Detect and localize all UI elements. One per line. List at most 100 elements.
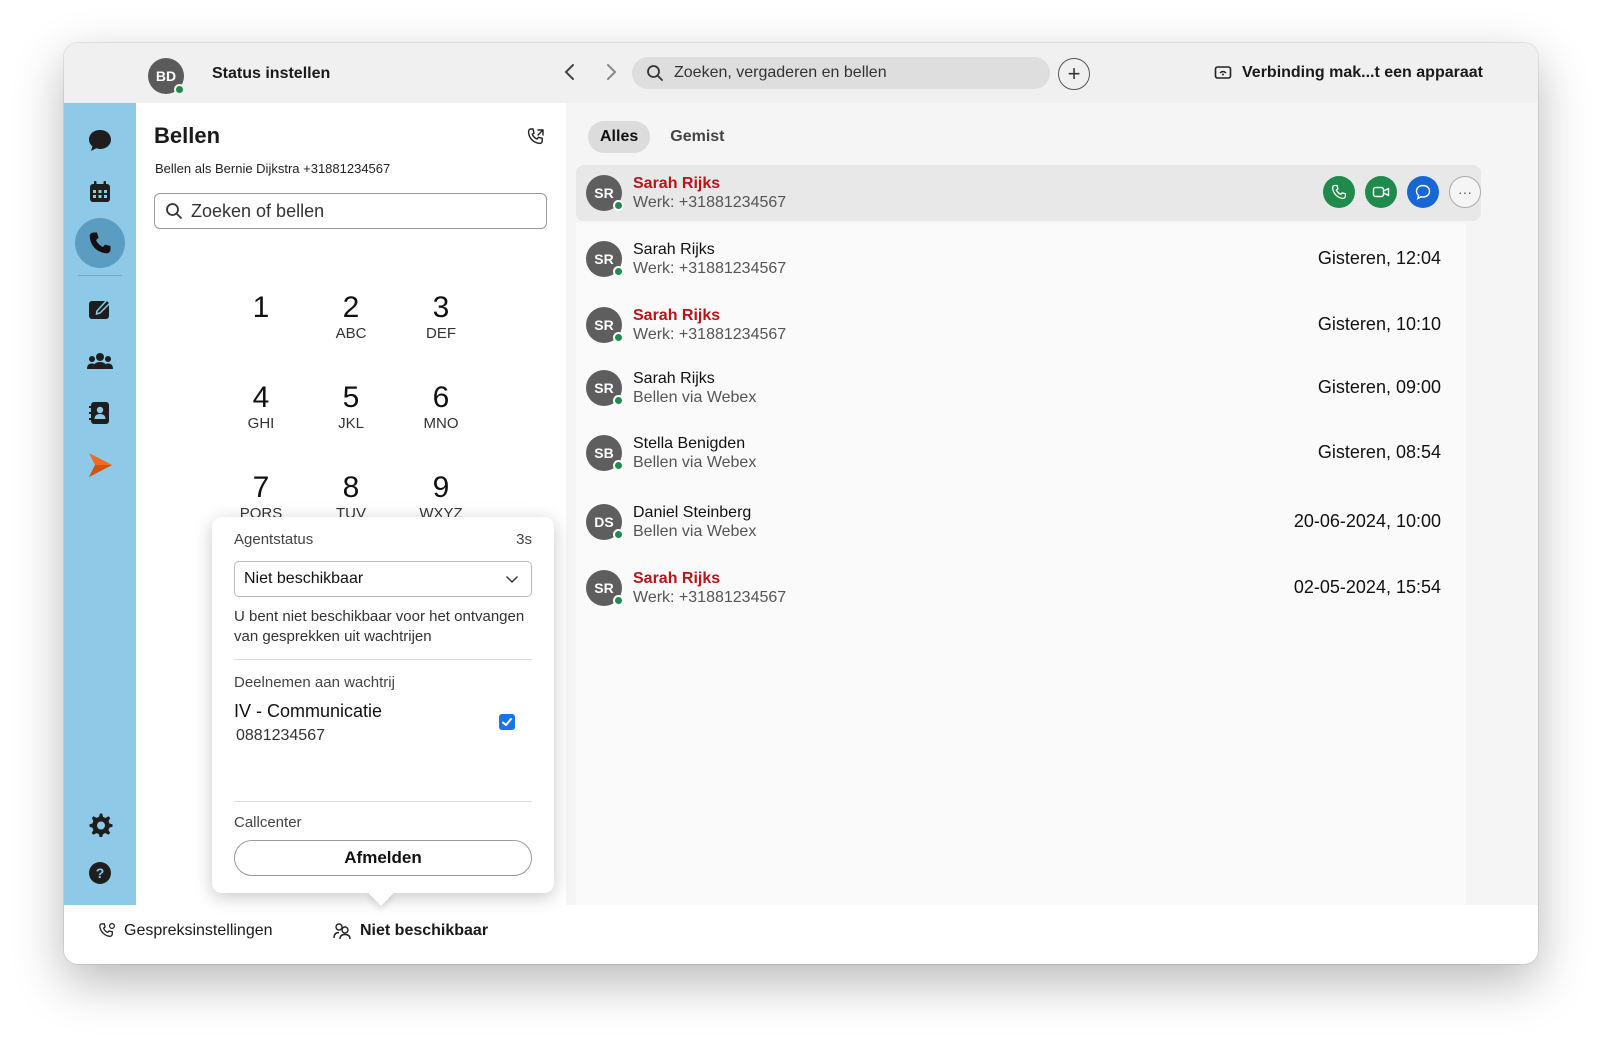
call-time: Gisteren, 09:00 xyxy=(1317,377,1441,397)
queue-checkbox[interactable] xyxy=(499,714,515,730)
queue-section-heading: Deelnemen aan wachtrij xyxy=(234,674,395,691)
call-button[interactable] xyxy=(1323,176,1355,208)
avatar: SR xyxy=(586,570,624,606)
dial-key-number: 8 xyxy=(342,471,360,504)
history-row[interactable]: SR Sarah Rijks Werk: +31881234567 Gister… xyxy=(576,297,1481,353)
presence-dot xyxy=(613,529,624,540)
more-icon: ··· xyxy=(1458,184,1472,200)
teams-icon[interactable] xyxy=(85,346,115,376)
dial-search-input[interactable]: Zoeken of bellen xyxy=(154,193,547,229)
webex-icon[interactable] xyxy=(85,450,115,480)
call-time: Gisteren, 10:10 xyxy=(1317,314,1441,334)
settings-icon[interactable] xyxy=(85,810,115,840)
agent-status-value: Niet beschikbaar xyxy=(244,570,364,587)
agent-status-label: Niet beschikbaar xyxy=(360,922,489,939)
global-search[interactable]: Zoeken, vergaderen en bellen xyxy=(632,57,1050,89)
chat-button[interactable] xyxy=(1407,176,1439,208)
history-row[interactable]: DS Daniel Steinberg Bellen via Webex 20-… xyxy=(576,494,1481,550)
chat-icon[interactable] xyxy=(85,125,115,155)
dial-search-placeholder: Zoeken of bellen xyxy=(191,200,325,221)
call-time: 20-06-2024, 10:00 xyxy=(1293,511,1441,531)
calendar-icon[interactable] xyxy=(85,177,115,207)
phone-settings-icon xyxy=(527,128,544,145)
global-search-placeholder: Zoeken, vergaderen en bellen xyxy=(674,64,887,81)
call-time: 02-05-2024, 15:54 xyxy=(1293,577,1441,597)
contact-detail: Werk: +31881234567 xyxy=(633,589,787,606)
contacts-icon[interactable] xyxy=(85,398,115,428)
contact-detail: Bellen via Webex xyxy=(633,389,757,406)
contact-detail: Werk: +31881234567 xyxy=(633,260,787,277)
navigation-rail: ? xyxy=(64,103,136,905)
presence-dot xyxy=(613,395,624,406)
avatar: SR xyxy=(586,370,624,406)
history-row[interactable]: SR Sarah Rijks Werk: +31881234567 02-05-… xyxy=(576,560,1481,616)
phone-gear-icon xyxy=(99,922,116,937)
phone-icon[interactable] xyxy=(85,228,115,258)
search-icon xyxy=(647,65,663,81)
more-options-button[interactable]: ··· xyxy=(1449,176,1481,208)
signout-button[interactable]: Afmelden xyxy=(234,840,532,876)
dial-key-letters: MNO xyxy=(423,415,459,432)
history-row[interactable]: SR Sarah Rijks Bellen via Webex Gisteren… xyxy=(576,360,1481,416)
dial-key-number: 5 xyxy=(342,381,360,414)
dial-key-1[interactable]: 1 xyxy=(231,291,291,325)
dial-key-7[interactable]: 7 PQRS xyxy=(231,471,291,522)
dial-key-3[interactable]: 3 DEF xyxy=(411,291,471,342)
avatar-initials: SR xyxy=(594,580,614,596)
chevron-down-icon xyxy=(506,576,518,584)
avatar: SR xyxy=(586,307,624,343)
dial-key-9[interactable]: 9 WXYZ xyxy=(411,471,471,522)
avatar: SR xyxy=(586,241,624,277)
tab-all[interactable]: Alles xyxy=(588,121,651,153)
contact-detail: Werk: +31881234567 xyxy=(633,326,787,343)
contact-name: Stella Benigden xyxy=(633,435,746,452)
phone-icon xyxy=(1331,184,1347,200)
dial-key-6[interactable]: 6 MNO xyxy=(411,381,471,432)
row-actions: ··· xyxy=(1313,176,1481,208)
history-row[interactable]: SR Sarah Rijks Werk: +31881234567 ··· xyxy=(576,165,1481,221)
help-icon[interactable]: ? xyxy=(85,858,115,888)
dial-key-number: 9 xyxy=(432,471,450,504)
divider xyxy=(234,659,532,660)
contact-name: Sarah Rijks xyxy=(633,570,721,587)
forward-button[interactable] xyxy=(596,57,626,87)
dial-key-8[interactable]: 8 TUV xyxy=(321,471,381,522)
history-tabs: Alles Gemist xyxy=(588,121,745,153)
presence-dot xyxy=(613,266,624,277)
user-avatar[interactable]: BD xyxy=(148,58,185,95)
edit-icon[interactable] xyxy=(85,294,115,324)
status-setting[interactable]: Status instellen xyxy=(212,65,330,83)
queue-name: IV - Communicatie xyxy=(234,701,383,721)
call-settings-button[interactable] xyxy=(526,127,546,152)
avatar: DS xyxy=(586,504,624,540)
history-row[interactable]: SR Sarah Rijks Werk: +31881234567 Gister… xyxy=(576,231,1481,287)
dial-key-4[interactable]: 4 GHI xyxy=(231,381,291,432)
divider xyxy=(234,801,532,802)
agent-status-button[interactable]: Niet beschikbaar xyxy=(332,922,488,940)
dial-key-2[interactable]: 2 ABC xyxy=(321,291,381,342)
avatar: SR xyxy=(586,175,624,211)
avatar-initials: SR xyxy=(594,380,614,396)
add-button[interactable]: + xyxy=(1058,58,1090,90)
contact-name: Sarah Rijks xyxy=(633,370,715,387)
callcenter-heading: Callcenter xyxy=(234,814,302,831)
presence-dot xyxy=(613,332,624,343)
back-button[interactable] xyxy=(555,57,585,87)
dial-key-number: 4 xyxy=(252,381,270,414)
video-icon xyxy=(1372,186,1390,198)
contact-detail: Bellen via Webex xyxy=(633,454,757,471)
tab-missed[interactable]: Gemist xyxy=(658,121,736,153)
call-time: Gisteren, 08:54 xyxy=(1317,442,1441,462)
connect-device-button[interactable]: Verbinding mak...t een apparaat xyxy=(1214,64,1483,82)
dial-key-5[interactable]: 5 JKL xyxy=(321,381,381,432)
agent-status-select[interactable]: Niet beschikbaar xyxy=(234,561,532,597)
presence-dot xyxy=(613,460,624,471)
history-row[interactable]: SB Stella Benigden Bellen via Webex Gist… xyxy=(576,425,1481,481)
presence-dot xyxy=(613,200,624,211)
video-call-button[interactable] xyxy=(1365,176,1397,208)
check-icon xyxy=(502,718,512,726)
call-settings-link[interactable]: Gespreksinstellingen xyxy=(98,922,273,940)
agent-status-popup: Agentstatus 3s Niet beschikbaar U bent n… xyxy=(212,517,554,906)
queue-number: 0881234567 xyxy=(236,727,325,744)
presence-dot xyxy=(174,84,185,95)
